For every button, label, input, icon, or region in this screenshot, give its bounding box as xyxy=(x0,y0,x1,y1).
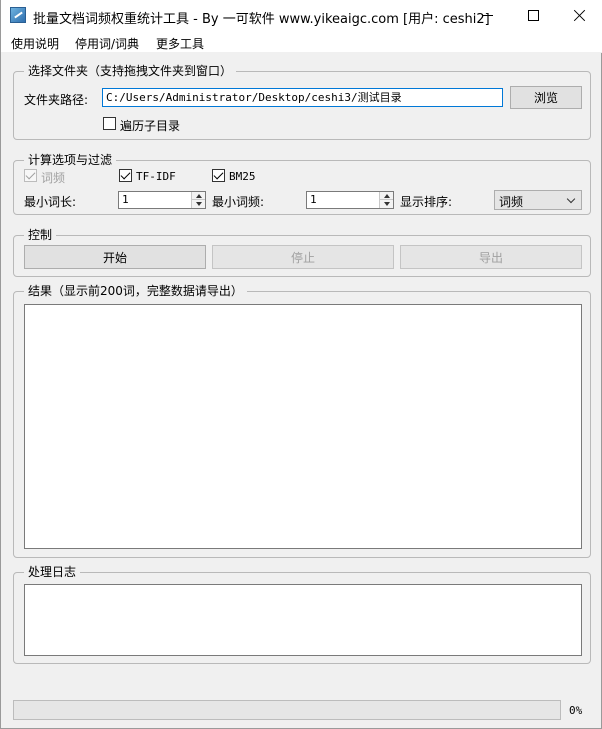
bm25-checkbox[interactable] xyxy=(212,169,225,182)
tf-checkbox[interactable] xyxy=(24,169,37,182)
folder-path-input[interactable]: C:/Users/Administrator/Desktop/ceshi3/测试… xyxy=(102,88,503,107)
min-frequency-value: 1 xyxy=(310,193,317,206)
folder-path-label: 文件夹路径: xyxy=(24,93,89,107)
chevron-down-icon xyxy=(566,194,576,204)
minimize-icon xyxy=(481,15,493,16)
sort-label: 显示排序: xyxy=(400,195,453,209)
results-group-title: 结果（显示前200词，完整数据请导出） xyxy=(24,284,247,298)
log-group: 处理日志 xyxy=(13,565,591,664)
min-length-increment[interactable] xyxy=(192,192,205,200)
options-group-title: 计算选项与过滤 xyxy=(24,153,117,167)
options-group: 计算选项与过滤 词频 TF-IDF BM25 最小词长: 1 最小词频: 1 显… xyxy=(13,153,591,215)
stop-button[interactable]: 停止 xyxy=(212,245,394,269)
app-icon xyxy=(10,7,26,23)
min-frequency-decrement[interactable] xyxy=(380,200,393,208)
min-frequency-label: 最小词频: xyxy=(212,195,265,209)
export-button[interactable]: 导出 xyxy=(400,245,582,269)
arrow-up-icon xyxy=(383,193,390,198)
recursive-label: 遍历子目录 xyxy=(120,119,181,133)
min-length-value: 1 xyxy=(122,193,129,206)
close-button[interactable] xyxy=(556,0,602,31)
control-group: 控制 开始 停止 导出 xyxy=(13,228,591,277)
folder-group-title: 选择文件夹（支持拖拽文件夹到窗口） xyxy=(24,64,237,78)
menu-bar: 使用说明 停用词/词典 更多工具 xyxy=(1,31,602,53)
app-window: 批量文档词频权重统计工具 - By 一可软件 www.yikeaigc.com … xyxy=(0,0,602,729)
progress-percent: 0% xyxy=(569,704,583,717)
window-title: 批量文档词频权重统计工具 - By 一可软件 www.yikeaigc.com … xyxy=(33,12,490,27)
tfidf-label: TF-IDF xyxy=(136,170,176,183)
browse-button[interactable]: 浏览 xyxy=(510,86,582,109)
control-group-title: 控制 xyxy=(24,228,57,242)
close-icon xyxy=(573,9,586,22)
min-frequency-stepper xyxy=(379,192,393,208)
menu-item-help[interactable]: 使用说明 xyxy=(11,35,59,52)
tf-label: 词频 xyxy=(41,171,66,185)
maximize-icon xyxy=(527,10,539,21)
title-bar[interactable]: 批量文档词频权重统计工具 - By 一可软件 www.yikeaigc.com … xyxy=(1,0,602,31)
sort-select[interactable]: 词频 xyxy=(494,190,582,210)
min-length-spinbox[interactable]: 1 xyxy=(118,191,206,209)
min-length-label: 最小词长: xyxy=(24,195,77,209)
maximize-button[interactable] xyxy=(510,0,556,31)
folder-group: 选择文件夹（支持拖拽文件夹到窗口） 文件夹路径: C:/Users/Admini… xyxy=(13,64,591,140)
min-length-stepper xyxy=(191,192,205,208)
min-frequency-increment[interactable] xyxy=(380,192,393,200)
sort-select-value: 词频 xyxy=(499,195,524,209)
start-button[interactable]: 开始 xyxy=(24,245,206,269)
bm25-label: BM25 xyxy=(229,170,256,183)
results-group: 结果（显示前200词，完整数据请导出） xyxy=(13,284,591,558)
menu-item-more-tools[interactable]: 更多工具 xyxy=(156,35,204,52)
min-length-decrement[interactable] xyxy=(192,200,205,208)
menu-item-stopwords[interactable]: 停用词/词典 xyxy=(75,35,139,52)
tfidf-checkbox[interactable] xyxy=(119,169,132,182)
log-group-title: 处理日志 xyxy=(24,565,81,579)
arrow-down-icon xyxy=(383,202,390,206)
results-output[interactable] xyxy=(24,304,582,549)
log-output[interactable] xyxy=(24,584,582,656)
minimize-button[interactable] xyxy=(464,0,510,31)
arrow-down-icon xyxy=(195,202,202,206)
recursive-checkbox[interactable] xyxy=(103,117,116,130)
arrow-up-icon xyxy=(195,193,202,198)
progress-bar xyxy=(13,700,561,720)
min-frequency-spinbox[interactable]: 1 xyxy=(306,191,394,209)
